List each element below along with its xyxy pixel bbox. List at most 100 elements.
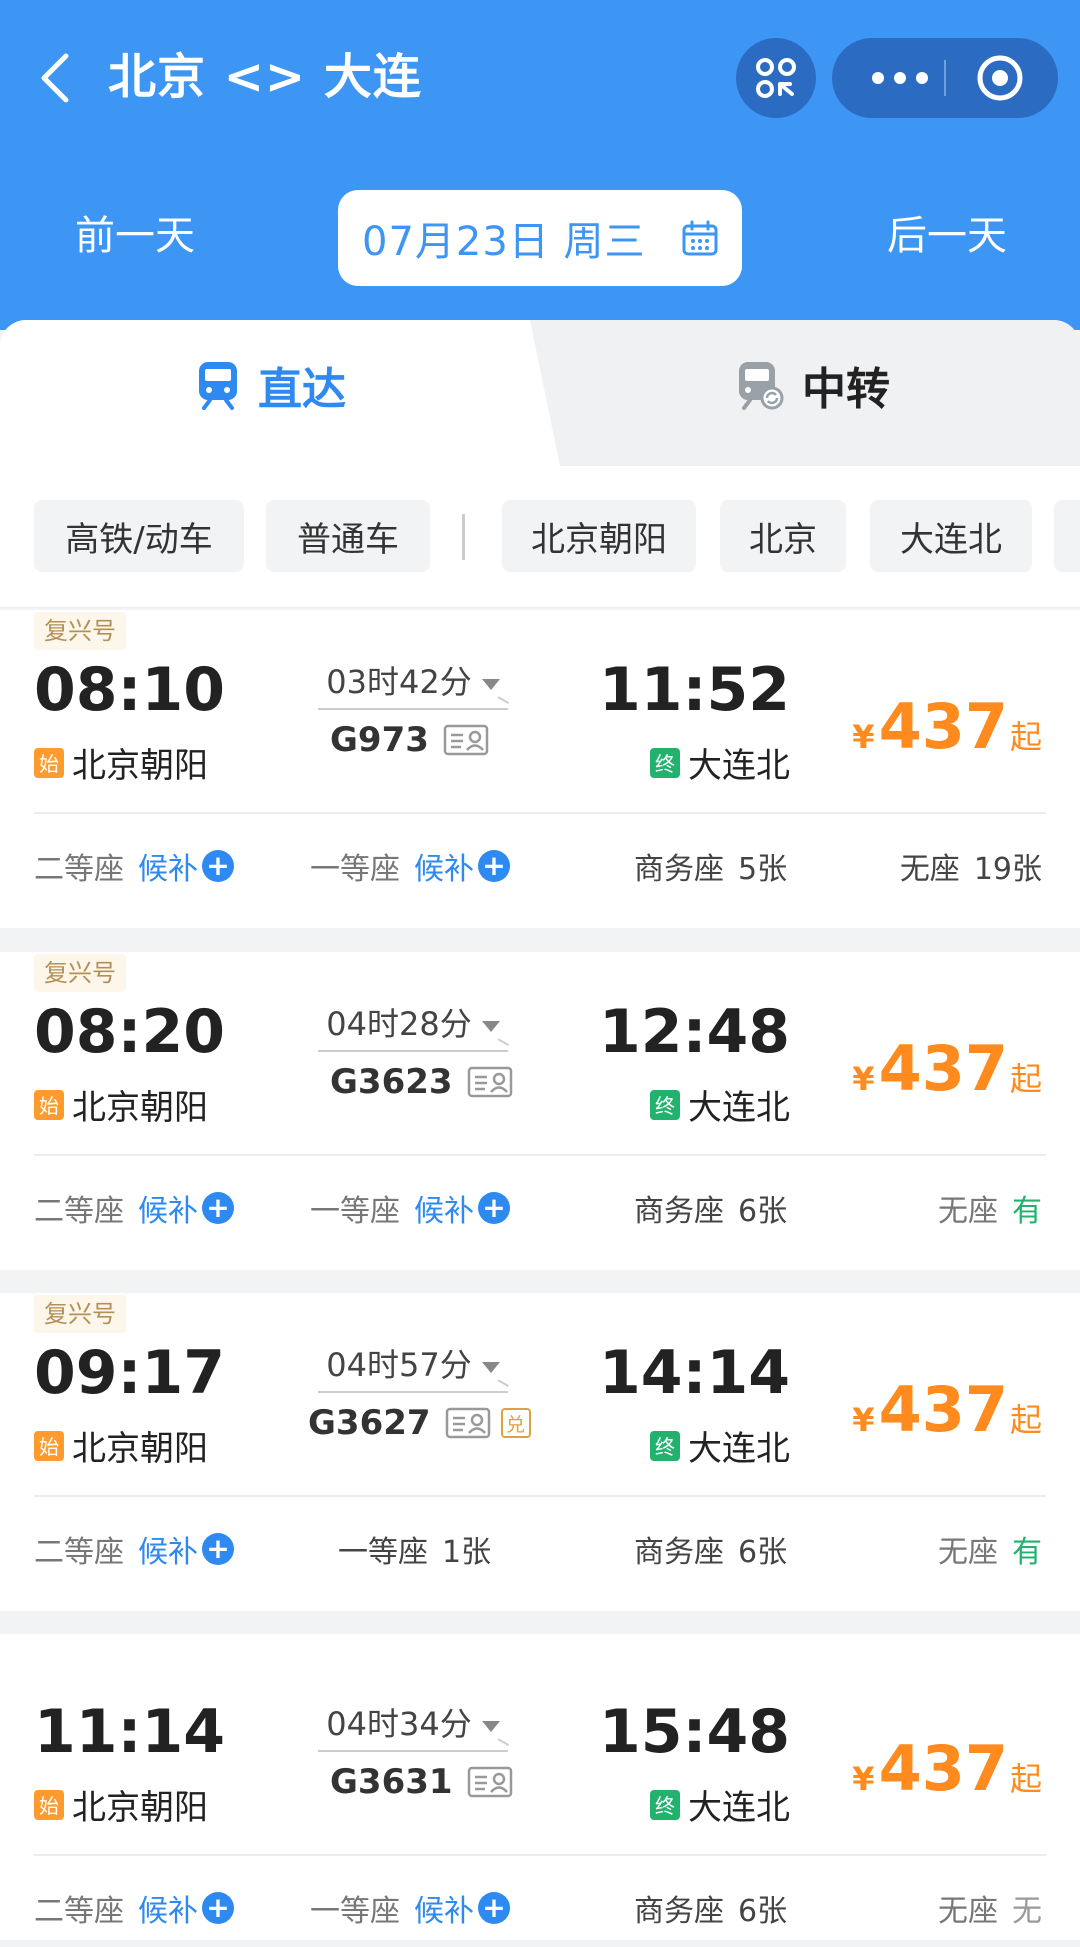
train-card[interactable]: 复兴号 09:17 始 北京朝阳 04时57分 G3627 兑 14:14 终 …: [0, 1293, 1080, 1611]
duration[interactable]: 04时57分: [318, 1343, 508, 1387]
exchange-badge-icon: 兑: [500, 1408, 531, 1438]
caret-down-icon: [481, 678, 500, 690]
seat-status: 候补: [138, 1194, 198, 1229]
seat-class: 二等座: [34, 1894, 124, 1929]
arrival-station-name: 大连北: [688, 746, 790, 786]
price-amount: 437: [878, 1373, 1008, 1446]
tab-transfer[interactable]: 中转: [736, 350, 890, 420]
seat-availability[interactable]: 无座 19张: [900, 844, 1042, 888]
duration-arrow-line: [318, 1391, 508, 1393]
end-tag: 终: [650, 1089, 680, 1120]
seat-availability[interactable]: 二等座 候补 +: [34, 1527, 234, 1571]
filter-chip-station-dalianbei[interactable]: 大连北: [870, 500, 1032, 572]
seat-class: 商务座: [634, 1194, 724, 1229]
id-card-icon: [467, 1766, 512, 1798]
filter-chip-high-speed[interactable]: 高铁/动车: [34, 500, 244, 572]
duration[interactable]: 04时28分: [318, 1002, 508, 1046]
seat-availability[interactable]: 一等座 候补 +: [310, 1886, 510, 1930]
plus-circle-icon: +: [202, 1192, 234, 1224]
end-tag: 终: [650, 747, 680, 778]
seat-availability[interactable]: 商务座 6张: [634, 1886, 787, 1930]
arrival-station-name: 大连北: [688, 1788, 790, 1828]
seat-class: 无座: [938, 1194, 998, 1229]
duration-text: 04时28分: [326, 1005, 472, 1043]
price-suffix: 起: [1009, 1060, 1042, 1098]
prev-day-button[interactable]: 前一天: [50, 206, 220, 266]
next-day-button[interactable]: 后一天: [862, 206, 1032, 266]
arrival-time: 15:48: [599, 1697, 790, 1767]
filter-chip-station-beijingchaoyang[interactable]: 北京朝阳: [502, 500, 696, 572]
card-divider: [34, 812, 1046, 814]
seat-availability[interactable]: 商务座 6张: [634, 1186, 787, 1230]
seat-status: 有: [1012, 1194, 1042, 1229]
train-badge: 复兴号: [34, 954, 126, 992]
seat-availability[interactable]: 无座 有: [938, 1186, 1042, 1230]
scan-button[interactable]: [736, 38, 816, 118]
date-picker[interactable]: 07月23日 周三: [338, 190, 742, 286]
seat-class: 商务座: [634, 1535, 724, 1570]
train-card[interactable]: 11:14 始 北京朝阳 04时34分 G3631 15:48 终 大连北 ¥ …: [0, 1634, 1080, 1940]
back-button[interactable]: [30, 48, 80, 108]
tab-direct-label: 直达: [258, 364, 346, 415]
more-button[interactable]: [860, 62, 940, 94]
train-number-text: G3623: [330, 1062, 453, 1102]
departure-time: 11:14: [34, 1697, 225, 1767]
seat-class: 一等座: [310, 852, 400, 887]
price-suffix: 起: [1009, 1760, 1042, 1798]
train-number: G3627 兑: [308, 1403, 531, 1443]
filter-chip-more[interactable]: [1054, 500, 1080, 572]
caret-down-icon: [481, 1361, 500, 1373]
transfer-train-icon: [739, 362, 784, 410]
seat-status: 6张: [738, 1194, 788, 1229]
departure-station: 始 北京朝阳: [34, 1780, 208, 1829]
plus-circle-icon: +: [478, 850, 510, 882]
seat-availability[interactable]: 二等座 候补 +: [34, 1186, 234, 1230]
seat-availability[interactable]: 商务座 6张: [634, 1527, 787, 1571]
chevron-left-icon: [41, 53, 69, 103]
more-dots-icon: [872, 72, 928, 84]
seat-status: 1张: [442, 1535, 492, 1570]
price: ¥ 437 起: [852, 1373, 1042, 1446]
seat-availability[interactable]: 二等座 候补 +: [34, 1886, 234, 1930]
seat-availability[interactable]: 无座 有: [938, 1527, 1042, 1571]
close-button[interactable]: [975, 53, 1025, 103]
currency-symbol: ¥: [852, 1060, 875, 1098]
card-divider: [34, 1154, 1046, 1156]
tab-transfer-label: 中转: [802, 364, 890, 415]
card-divider: [34, 1854, 1046, 1856]
filter-chip-station-beijing[interactable]: 北京: [720, 500, 846, 572]
duration[interactable]: 03时42分: [318, 660, 508, 704]
train-number: G973: [330, 720, 489, 760]
train-list-screen: 北京 <> 大连 前一天 07月23日 周三 后一天 直达 中转 高铁/动车 普…: [0, 0, 1080, 1947]
duration-arrow-line: [318, 1050, 508, 1052]
seat-status: 候补: [138, 1535, 198, 1570]
seat-class: 商务座: [634, 1894, 724, 1929]
caret-down-icon: [481, 1720, 500, 1732]
seat-status: 19张: [973, 852, 1042, 887]
seat-availability[interactable]: 一等座 1张: [338, 1527, 491, 1571]
plus-circle-icon: +: [478, 1192, 510, 1224]
start-tag: 始: [34, 1430, 64, 1461]
currency-symbol: ¥: [852, 1401, 875, 1439]
duration-text: 03时42分: [326, 663, 472, 701]
train-number: G3623: [330, 1062, 513, 1102]
train-card[interactable]: 复兴号 08:10 始 北京朝阳 03时42分 G973 11:52 终 大连北…: [0, 610, 1080, 928]
seat-status: 有: [1012, 1535, 1042, 1570]
arrival-time: 14:14: [599, 1338, 790, 1408]
seat-availability[interactable]: 商务座 5张: [634, 844, 787, 888]
departure-station-name: 北京朝阳: [72, 1429, 208, 1469]
seat-availability[interactable]: 二等座 候补 +: [34, 844, 234, 888]
seat-class: 无座: [899, 852, 960, 887]
seat-class: 商务座: [634, 852, 724, 887]
duration-arrow-line: [318, 1750, 508, 1752]
arrival-station: 终 大连北: [650, 1780, 790, 1829]
train-card[interactable]: 复兴号 08:20 始 北京朝阳 04时28分 G3623 12:48 终 大连…: [0, 952, 1080, 1270]
seat-class: 二等座: [34, 1535, 124, 1570]
end-tag: 终: [650, 1430, 680, 1461]
filter-chip-regular[interactable]: 普通车: [266, 500, 430, 572]
duration[interactable]: 04时34分: [318, 1702, 508, 1746]
seat-availability[interactable]: 一等座 候补 +: [310, 844, 510, 888]
tab-direct[interactable]: 直达: [196, 350, 346, 420]
seat-availability[interactable]: 一等座 候补 +: [310, 1186, 510, 1230]
seat-availability[interactable]: 无座 无: [938, 1886, 1042, 1930]
